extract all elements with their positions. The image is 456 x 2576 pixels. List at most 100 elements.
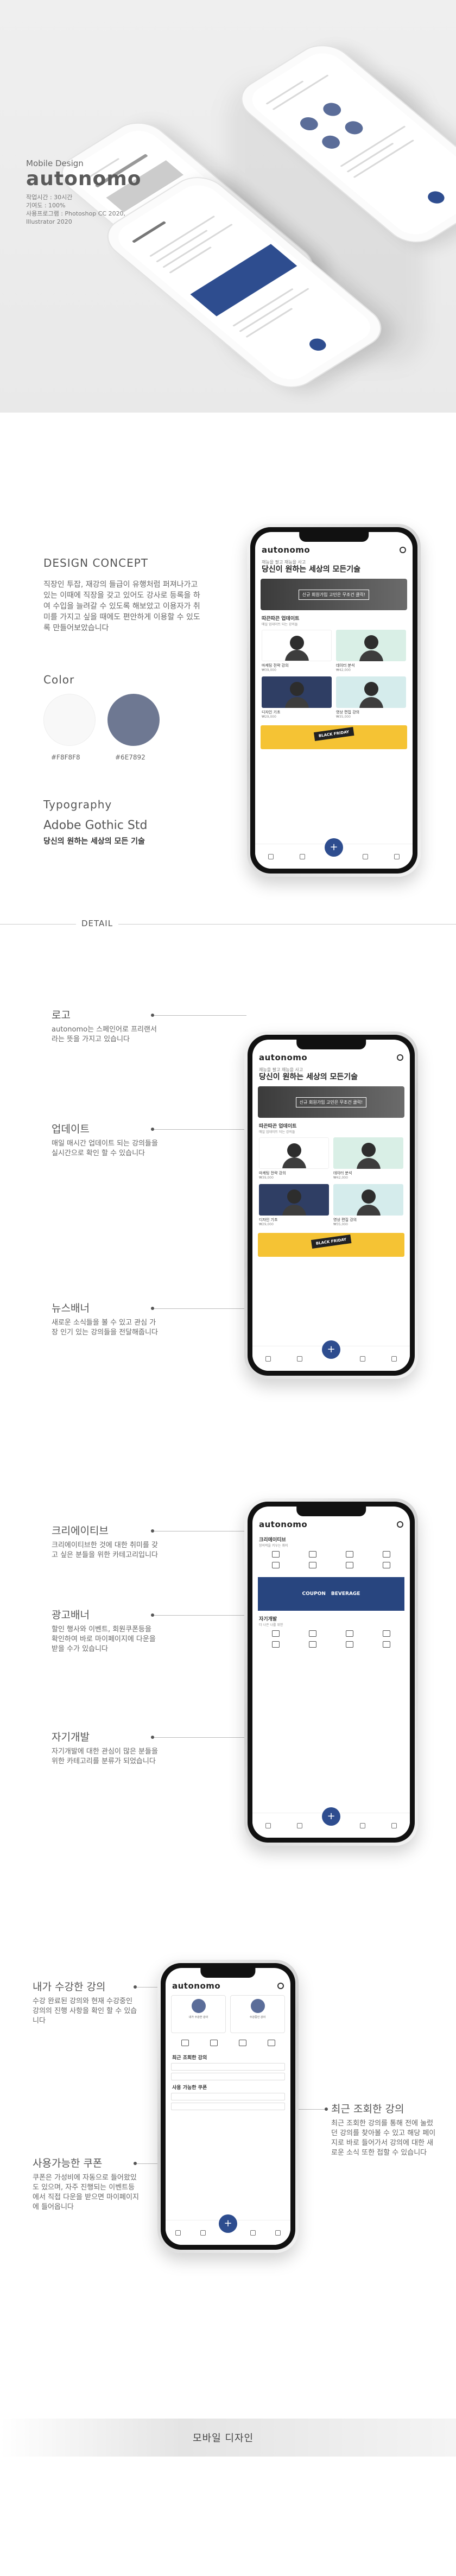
detail1-update: 업데이트 매일 매시간 업데이트 되는 강의들을 실시간으로 확인 할 수 있습… [52,1123,158,1157]
category-item[interactable] [333,1562,366,1569]
add-button[interactable]: + [322,1807,340,1826]
category-icon[interactable] [200,2230,206,2236]
course-card[interactable]: 영상 편집 강의 ₩35,000 [333,1184,403,1226]
headline: 당신이 원하는 세상의 모든기술 [262,565,361,574]
color-section: Color #F8F8F8 #6E7892 [43,673,206,764]
hero-brand: autonomo [26,168,142,190]
signup-banner[interactable]: 신규 회원가입 고민은 무조건 클릭! [258,1086,404,1118]
coupon-title: 사용 가능한 쿠폰 [172,2085,207,2091]
home-icon[interactable] [175,2230,181,2236]
my-course-card[interactable]: 내가 수강한 강의 [171,1995,226,2033]
news-banner[interactable]: BLACK FRIDAY [261,725,407,749]
home-icon[interactable] [268,853,274,859]
category-icon[interactable] [297,1356,302,1362]
search-icon[interactable] [397,1521,403,1528]
concept-phone: autonomo 재능을 팔고 재능을 사고 당신이 원하는 세상의 모든기술 신… [247,524,421,877]
course-card[interactable]: 마케팅 전략 강의 ₩39,000 [262,630,332,672]
app-logo[interactable]: autonomo [262,545,310,555]
app-logo[interactable]: autonomo [172,1981,220,1991]
course-card[interactable]: 디자인 기초 ₩29,000 [262,676,332,719]
user-icon[interactable] [394,853,400,859]
category-item[interactable] [296,1630,330,1638]
course-card[interactable]: 마케팅 전략 강의 ₩39,000 [259,1137,329,1180]
meta-line: Illustrator 2020 [26,218,72,225]
category-item[interactable] [370,1630,403,1638]
my-course-card[interactable]: 수강중인 강의 [230,1995,285,2033]
banner-text: 신규 회원가입 고민은 무조건 클릭! [298,589,370,600]
coupon-banner[interactable]: COUPON BEVERAGE [258,1577,404,1611]
category-item[interactable] [296,1641,330,1649]
news-banner[interactable]: BLACK FRIDAY [258,1233,404,1257]
category-item[interactable] [370,1641,403,1649]
coupon-item[interactable] [171,2093,285,2100]
heart-icon[interactable] [360,1822,365,1828]
swatch-blue [107,694,160,746]
heart-icon[interactable] [360,1356,365,1362]
recent-item[interactable] [171,2073,285,2080]
category-item[interactable] [259,1630,293,1638]
typography-section: Typography Adobe Gothic Std 당신의 원하는 세상의 … [43,798,217,846]
phone-screen: autonomo 재능을 팔고 재능을 사고 당신이 원하는 세상의 모든기술 신… [255,532,413,869]
category-item[interactable] [296,1551,330,1559]
detail1-logo: 로고 autonomo는 스페인어로 프리랜서 라는 뜻을 가지고 있습니다 [52,1009,157,1043]
add-button[interactable]: + [219,2214,237,2233]
category-item[interactable] [230,2040,255,2047]
category-item[interactable] [259,1641,293,1649]
hero-section: Mobile Design autonomo 작업시간 : 30시간 기여도 :… [0,0,456,413]
course-card[interactable]: 데이터 분석 ₩42,000 [336,630,406,672]
heart-icon[interactable] [250,2230,256,2236]
creative-categories [252,1548,410,1573]
course-card[interactable]: 영상 편집 강의 ₩35,000 [336,676,406,719]
category-item[interactable] [370,1551,403,1559]
category-item[interactable] [259,1551,293,1559]
concept-body: 직장인 투잡, 재강의 들급이 유행처럼 퍼져나가고 있는 이때에 직장을 갖고… [43,580,200,632]
detail2-creative: 크리에이티브 크리에이티브한 것에 대한 취미를 갖고 싶은 분들을 위한 카테… [52,1525,158,1559]
category-item[interactable] [333,1551,366,1559]
swatch-light-label: #F8F8F8 [51,754,80,761]
detail3-coupon: 사용가능한 쿠폰 쿠폰은 가성비에 자동으로 들어왔있도 있으며, 자주 진행되… [33,2157,139,2211]
app-logo[interactable]: autonomo [259,1053,307,1062]
category-item[interactable] [172,2040,198,2047]
detail2-self: 자기개발 자기개발에 대한 관심이 많은 분들을 위한 카테고리를 분류가 되었… [52,1731,158,1765]
meta-line: 사용프로그램 : Photoshop CC 2020, [26,210,126,217]
home-icon[interactable] [265,1822,271,1828]
coupon-item[interactable] [171,2103,285,2110]
detail-title: DETAIL [76,919,119,928]
category-item[interactable] [333,1630,366,1638]
search-icon[interactable] [277,1983,284,1989]
detail3-phone: autonomo 내가 수강한 강의 수강중인 강의 최근 조회한 강의 사용 … [157,1960,299,2253]
concept-title: DESIGN CONCEPT [43,556,148,569]
app-logo[interactable]: autonomo [259,1520,307,1529]
category-item[interactable] [258,2040,284,2047]
recent-item[interactable] [171,2063,285,2071]
category-item[interactable] [201,2040,226,2047]
category-item[interactable] [370,1562,403,1569]
search-icon[interactable] [397,1054,403,1061]
detail1-phone: autonomo 재능을 팔고 재능을 사고 당신이 원하는 세상의 모든기술 신… [244,1031,418,1379]
detail-header: DETAIL [0,917,456,931]
category-item[interactable] [333,1641,366,1649]
detail2-adbanner: 광고배너 할인 행사와 이벤트, 회원쿠폰등을 확인하여 바로 마이페이지에 다… [52,1609,156,1653]
category-icon[interactable] [300,853,305,859]
course-card[interactable]: 데이터 분석 ₩42,000 [333,1137,403,1180]
font-name: Adobe Gothic Std [43,819,148,832]
add-button[interactable]: + [322,1340,340,1359]
category-item[interactable] [259,1562,293,1569]
page: Mobile Design autonomo 작업시간 : 30시간 기여도 :… [0,0,456,2576]
heart-icon[interactable] [363,853,368,859]
hero-meta: 작업시간 : 30시간 기여도 : 100% 사용프로그램 : Photosho… [26,193,156,226]
home-icon[interactable] [265,1356,271,1362]
signup-banner[interactable]: 신규 회원가입 고민은 무조건 클릭! [261,579,407,610]
course-card[interactable]: 디자인 기초 ₩29,000 [259,1184,329,1226]
user-icon[interactable] [391,1822,397,1828]
category-item[interactable] [296,1562,330,1569]
user-icon[interactable] [391,1356,397,1362]
search-icon[interactable] [400,547,406,553]
add-button[interactable]: + [325,838,343,857]
user-icon[interactable] [275,2230,281,2236]
meta-line: 작업시간 : 30시간 [26,194,73,201]
headline-sub: 재능을 팔고 재능을 사고 [262,560,306,565]
closing-band: 모바일 디자인 [0,2419,456,2457]
detail1-news: 뉴스배너 새로운 소식들을 볼 수 있고 관심 가장 인기 있는 강의들을 전달… [52,1302,158,1337]
category-icon[interactable] [297,1822,302,1828]
